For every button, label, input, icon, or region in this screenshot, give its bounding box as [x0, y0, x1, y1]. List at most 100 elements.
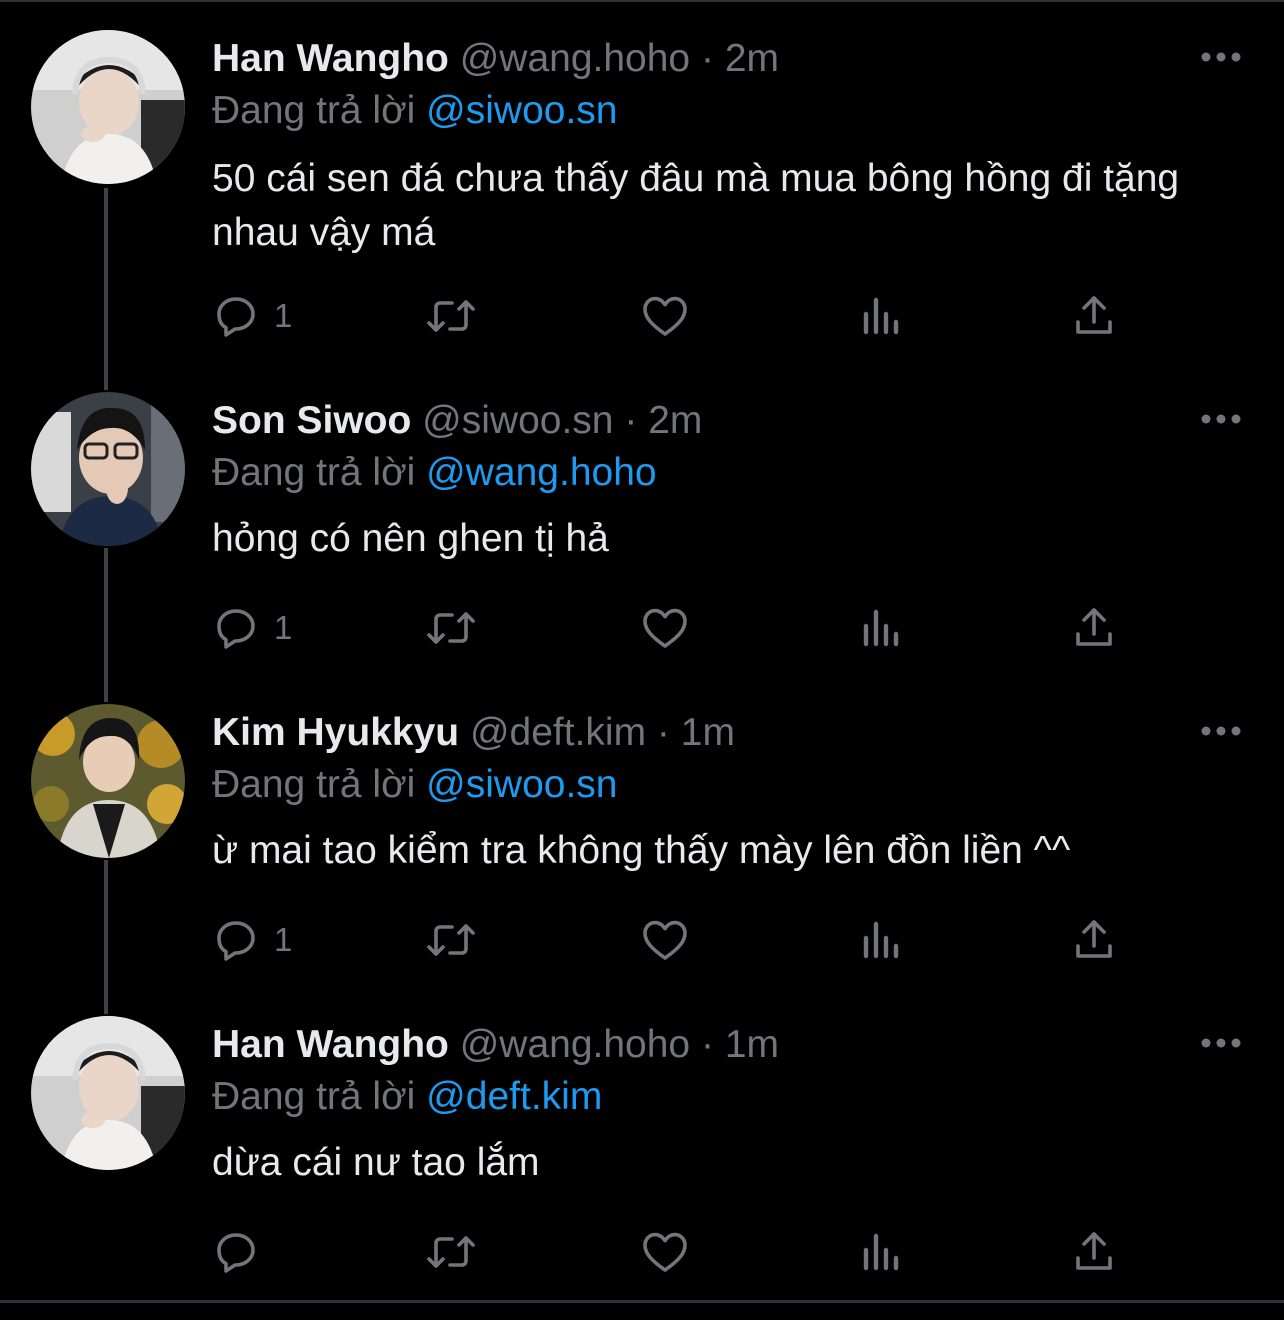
display-name[interactable]: Kim Hyukkyu: [212, 711, 459, 754]
timestamp[interactable]: 1m: [725, 1023, 779, 1066]
like-button[interactable]: [640, 290, 690, 342]
views-button[interactable]: [860, 1226, 902, 1278]
reply-button[interactable]: 1: [212, 290, 292, 342]
tweet-actions: 1: [212, 290, 1142, 342]
timestamp[interactable]: 2m: [725, 37, 779, 80]
tweet-text: dừa cái nư tao lắm: [212, 1141, 540, 1184]
views-button[interactable]: [860, 602, 902, 654]
retweet-button[interactable]: [424, 914, 478, 966]
like-button[interactable]: [640, 914, 690, 966]
views-icon: [863, 921, 899, 959]
like-icon: [643, 1232, 687, 1272]
reply-icon: [217, 921, 255, 961]
avatar-photo: [31, 704, 185, 858]
timestamp[interactable]: 2m: [648, 399, 702, 442]
more-icon: [1201, 414, 1241, 424]
separator-dot: ·: [656, 711, 670, 754]
avatar[interactable]: [31, 1016, 185, 1170]
reply-button[interactable]: [212, 1226, 274, 1278]
share-button[interactable]: [1072, 1226, 1116, 1278]
avatar[interactable]: [31, 704, 185, 858]
like-button[interactable]: [640, 602, 690, 654]
replying-to: Đang trả lời @deft.kim: [212, 1072, 602, 1122]
separator-dot: ·: [700, 37, 714, 80]
tweet-actions: 1: [212, 914, 1142, 966]
reply-count: 1: [274, 921, 293, 958]
tweet-actions: 1: [212, 602, 1142, 654]
reply-icon: [217, 297, 255, 337]
separator-dot: ·: [700, 1023, 714, 1066]
more-options-button[interactable]: [1198, 716, 1244, 746]
replying-label: Đang trả lời: [212, 1075, 416, 1118]
more-options-button[interactable]: [1198, 42, 1244, 72]
user-handle[interactable]: @siwoo.sn: [422, 399, 613, 442]
retweet-button[interactable]: [424, 290, 478, 342]
top-divider: [0, 0, 1284, 2]
reply-icon: [217, 1233, 255, 1273]
display-name[interactable]: Han Wangho: [212, 37, 449, 80]
retweet-icon: [427, 300, 475, 332]
retweet-icon: [427, 612, 475, 644]
more-icon: [1201, 726, 1241, 736]
retweet-icon: [427, 1236, 475, 1268]
avatar-photo: [31, 30, 185, 184]
views-button[interactable]: [860, 914, 902, 966]
tweet-header: Son Siwoo @siwoo.sn · 2m: [212, 396, 702, 446]
timestamp[interactable]: 1m: [681, 711, 735, 754]
thread-connector: [104, 860, 108, 1014]
user-handle[interactable]: @wang.hoho: [460, 37, 690, 80]
avatar[interactable]: [31, 392, 185, 546]
views-icon: [863, 297, 899, 335]
share-button[interactable]: [1072, 914, 1116, 966]
separator-dot: ·: [624, 399, 638, 442]
share-button[interactable]: [1072, 602, 1116, 654]
tweet-text: 50 cái sen đá chưa thấy đâu mà mua bông …: [212, 157, 1180, 254]
reply-button[interactable]: 1: [212, 914, 292, 966]
user-handle[interactable]: @wang.hoho: [460, 1023, 690, 1066]
more-options-button[interactable]: [1198, 1028, 1244, 1058]
bottom-divider: [0, 1300, 1284, 1303]
reply-icon: [217, 609, 255, 649]
replying-label: Đang trả lời: [212, 763, 416, 806]
views-icon: [863, 609, 899, 647]
retweet-icon: [427, 924, 475, 956]
avatar-photo: [31, 1016, 185, 1170]
share-button[interactable]: [1072, 290, 1116, 342]
retweet-button[interactable]: [424, 1226, 478, 1278]
replying-to-mention[interactable]: @siwoo.sn: [426, 763, 617, 806]
retweet-button[interactable]: [424, 602, 478, 654]
tweet-text: hỏng có nên ghen tị hả: [212, 517, 609, 560]
more-options-button[interactable]: [1198, 404, 1244, 434]
views-icon: [863, 1233, 899, 1271]
like-icon: [643, 920, 687, 960]
tweet-text: ừ mai tao kiểm tra không thấy mày lên đồ…: [212, 829, 1071, 872]
thread-connector: [104, 188, 108, 390]
avatar[interactable]: [31, 30, 185, 184]
replying-to-mention[interactable]: @deft.kim: [426, 1075, 602, 1118]
like-button[interactable]: [640, 1226, 690, 1278]
like-icon: [643, 608, 687, 648]
replying-to: Đang trả lời @siwoo.sn: [212, 760, 618, 810]
replying-to-mention[interactable]: @siwoo.sn: [426, 89, 617, 132]
replying-label: Đang trả lời: [212, 89, 416, 132]
user-handle[interactable]: @deft.kim: [470, 711, 646, 754]
display-name[interactable]: Son Siwoo: [212, 399, 411, 442]
avatar-photo: [31, 392, 185, 546]
replying-to: Đang trả lời @wang.hoho: [212, 448, 657, 498]
more-icon: [1201, 1038, 1241, 1048]
reply-button[interactable]: 1: [212, 602, 292, 654]
tweet-header: Kim Hyukkyu @deft.kim · 1m: [212, 708, 735, 758]
views-button[interactable]: [860, 290, 902, 342]
share-icon: [1076, 608, 1112, 646]
tweet-actions: [212, 1226, 1142, 1278]
reply-count: 1: [274, 609, 293, 646]
replying-to: Đang trả lời @siwoo.sn: [212, 86, 618, 136]
replying-to-mention[interactable]: @wang.hoho: [426, 451, 656, 494]
share-icon: [1076, 296, 1112, 334]
tweet-header: Han Wangho @wang.hoho · 2m: [212, 34, 779, 84]
thread-connector: [104, 548, 108, 702]
tweet-header: Han Wangho @wang.hoho · 1m: [212, 1020, 779, 1070]
like-icon: [643, 296, 687, 336]
more-icon: [1201, 52, 1241, 62]
display-name[interactable]: Han Wangho: [212, 1023, 449, 1066]
